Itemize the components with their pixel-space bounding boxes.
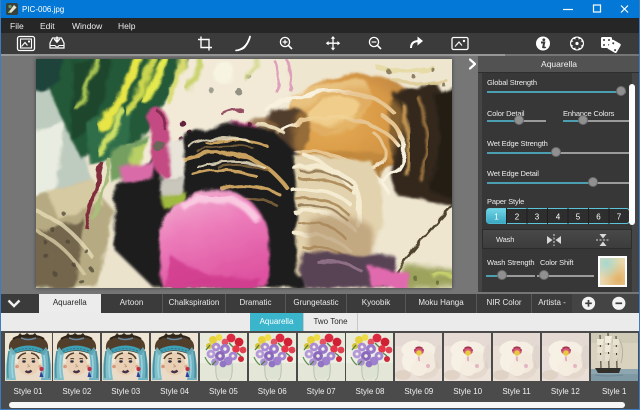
svg-text:6: 6 <box>596 212 601 221</box>
svg-text:7: 7 <box>617 212 622 221</box>
svg-text:3: 3 <box>535 212 540 221</box>
svg-text:2: 2 <box>515 212 520 221</box>
svg-text:1: 1 <box>494 212 499 221</box>
svg-text:4: 4 <box>556 212 561 221</box>
svg-text:5: 5 <box>576 212 581 221</box>
